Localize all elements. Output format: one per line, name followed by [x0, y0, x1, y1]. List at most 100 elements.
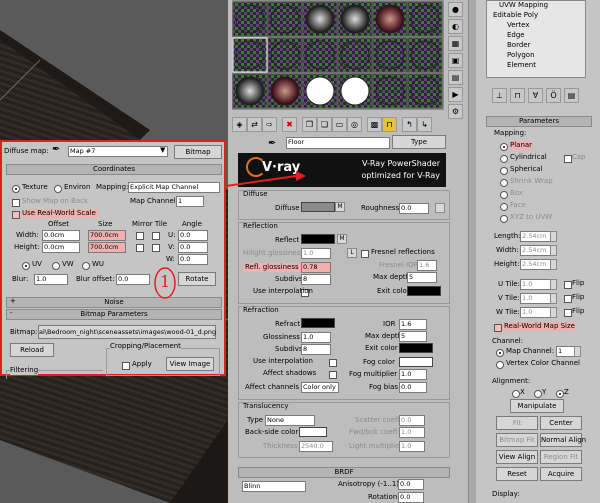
- material-type-button[interactable]: Type: [392, 135, 446, 149]
- scatter-coeff-field[interactable]: 0.0: [399, 415, 425, 426]
- put-to-scene-icon[interactable]: ⇄: [247, 117, 262, 132]
- align-z-radio[interactable]: [556, 390, 564, 398]
- modifier-stack[interactable]: UVW Mapping Editable Poly Vertex Edge Bo…: [486, 0, 586, 78]
- width-field[interactable]: 2.54cm: [520, 245, 552, 256]
- translucency-type-dropdown[interactable]: None: [265, 415, 315, 426]
- map-name-dropdown[interactable]: Map #7: [68, 146, 168, 157]
- blur-field[interactable]: 1.0: [34, 274, 68, 285]
- blur-offset-field[interactable]: 0.0: [116, 274, 150, 285]
- parameters-rollout[interactable]: Parameters: [486, 116, 592, 127]
- region-fit-button[interactable]: Region Fit: [540, 450, 582, 464]
- thickness-field[interactable]: 2540.0: [299, 441, 333, 452]
- v-mirror-checkbox[interactable]: [136, 244, 144, 252]
- refr-use-interpolation-checkbox[interactable]: [329, 359, 337, 367]
- bitmap-parameters-rollout[interactable]: Bitmap Parameters: [6, 309, 222, 320]
- bitmap-fit-button[interactable]: Bitmap Fit: [496, 433, 538, 447]
- v-tile-spinner[interactable]: [550, 293, 557, 304]
- width-spinner[interactable]: [550, 245, 557, 256]
- refr-max-depth-field[interactable]: 5: [399, 331, 427, 342]
- v-tile-checkbox[interactable]: [152, 244, 160, 252]
- light-multiplier-field[interactable]: 1.0: [399, 441, 425, 452]
- stack-item-polygon[interactable]: Polygon: [507, 51, 535, 60]
- stack-item-border[interactable]: Border: [507, 41, 530, 50]
- bitmap-path-button[interactable]: al\Bedroom_night\sceneassets\images\wood…: [38, 325, 216, 339]
- acquire-button[interactable]: Acquire: [540, 467, 582, 481]
- hilight-glossiness-field[interactable]: 1.0: [301, 248, 331, 259]
- diffuse-color-swatch[interactable]: [301, 202, 335, 212]
- normal-align-button[interactable]: Normal Align: [540, 433, 586, 447]
- unique-icon[interactable]: ❏: [317, 117, 332, 132]
- remove-modifier-icon[interactable]: Ö: [546, 88, 561, 103]
- stack-item-element[interactable]: Element: [507, 61, 536, 70]
- roughness-field[interactable]: 0.0: [399, 203, 429, 214]
- v-tile-field[interactable]: 1.0: [520, 293, 552, 304]
- mapping-radio-shrink-wrap[interactable]: [500, 179, 508, 187]
- reflect-color-swatch[interactable]: [301, 234, 335, 244]
- coordinates-rollout[interactable]: Coordinates: [6, 164, 222, 175]
- noise-rollout[interactable]: Noise: [6, 297, 222, 308]
- map-channel-spinner[interactable]: [574, 346, 581, 357]
- back-side-color-swatch[interactable]: [299, 427, 327, 437]
- reset-button[interactable]: Reset: [496, 467, 538, 481]
- reload-button[interactable]: Reload: [10, 343, 54, 357]
- bitmap-type-button[interactable]: Bitmap: [174, 145, 222, 159]
- stack-item-uvw-mapping[interactable]: UVW Mapping: [499, 1, 548, 10]
- affect-channels-dropdown[interactable]: Color only: [301, 382, 339, 393]
- uv-tiling-icon[interactable]: ▣: [448, 53, 463, 68]
- mapping-radio-spherical[interactable]: [500, 167, 508, 175]
- refr-subdivs-field[interactable]: 8: [301, 344, 331, 355]
- go-forward-icon[interactable]: ↳: [417, 117, 432, 132]
- chevron-down-icon[interactable]: ▼: [160, 146, 165, 154]
- cap-checkbox[interactable]: [564, 155, 572, 163]
- glossiness-field[interactable]: 1.0: [301, 332, 331, 343]
- align-y-radio[interactable]: [534, 390, 542, 398]
- stack-item-vertex[interactable]: Vertex: [507, 21, 530, 30]
- height-offset-field[interactable]: 0.0cm: [42, 242, 80, 253]
- w-tile-field[interactable]: 1.0: [520, 307, 552, 318]
- fog-multiplier-field[interactable]: 1.0: [399, 369, 427, 380]
- refl-glossiness-field[interactable]: 0.78: [301, 262, 331, 273]
- v-flip-checkbox[interactable]: [564, 295, 572, 303]
- view-image-button[interactable]: View Image: [166, 357, 214, 371]
- show-map-icon[interactable]: ▩: [367, 117, 382, 132]
- apply-checkbox[interactable]: [122, 362, 130, 370]
- vw-radio[interactable]: [52, 262, 60, 270]
- brdf-rollout[interactable]: BRDF: [238, 467, 450, 478]
- exit-color-swatch[interactable]: [407, 286, 441, 296]
- view-align-button[interactable]: View Align: [496, 450, 538, 464]
- material-preview-spheres[interactable]: [232, 0, 444, 110]
- wu-radio[interactable]: [82, 262, 90, 270]
- uv-radio[interactable]: [22, 262, 30, 270]
- height-size-field[interactable]: 700.0cm: [88, 242, 126, 253]
- length-field[interactable]: 2.54cm: [520, 231, 552, 242]
- u-angle-field[interactable]: 0.0: [178, 230, 208, 241]
- map-channel-radio[interactable]: [496, 349, 504, 357]
- height-spinner[interactable]: [550, 259, 557, 270]
- backlight-icon[interactable]: ◐: [448, 19, 463, 34]
- noise-expand-icon[interactable]: +: [10, 297, 16, 305]
- make-unique-icon[interactable]: ∀: [528, 88, 543, 103]
- brdf-type-dropdown[interactable]: Blinn: [242, 481, 306, 492]
- vertex-color-channel-radio[interactable]: [496, 361, 504, 369]
- background-icon[interactable]: ▦: [448, 36, 463, 51]
- affect-shadows-checkbox[interactable]: [329, 371, 337, 379]
- refract-color-swatch[interactable]: [301, 318, 335, 328]
- length-spinner[interactable]: [550, 231, 557, 242]
- mapping-radio-face[interactable]: [500, 203, 508, 211]
- roughness-map-button[interactable]: [435, 203, 445, 213]
- mapping-radio-planar[interactable]: [500, 143, 508, 151]
- fog-color-swatch[interactable]: [399, 357, 433, 367]
- environ-radio[interactable]: [54, 185, 62, 193]
- anisotropy-field[interactable]: 0.0: [398, 479, 424, 490]
- u-mirror-checkbox[interactable]: [136, 232, 144, 240]
- stack-item-editable-poly[interactable]: Editable Poly: [493, 11, 538, 20]
- show-end-result-icon[interactable]: ⊓: [382, 117, 397, 132]
- diffuse-map-button[interactable]: M: [335, 202, 345, 212]
- mapping-radio-cylindrical[interactable]: [500, 155, 508, 163]
- fit-button[interactable]: Fit: [496, 416, 538, 430]
- show-end-result-toggle-icon[interactable]: ⊓: [510, 88, 525, 103]
- video-color-icon[interactable]: ▤: [448, 70, 463, 85]
- hilight-lock-button[interactable]: L: [347, 248, 357, 258]
- u-tile-field[interactable]: 1.0: [520, 279, 552, 290]
- put-to-library-icon[interactable]: ▭: [332, 117, 347, 132]
